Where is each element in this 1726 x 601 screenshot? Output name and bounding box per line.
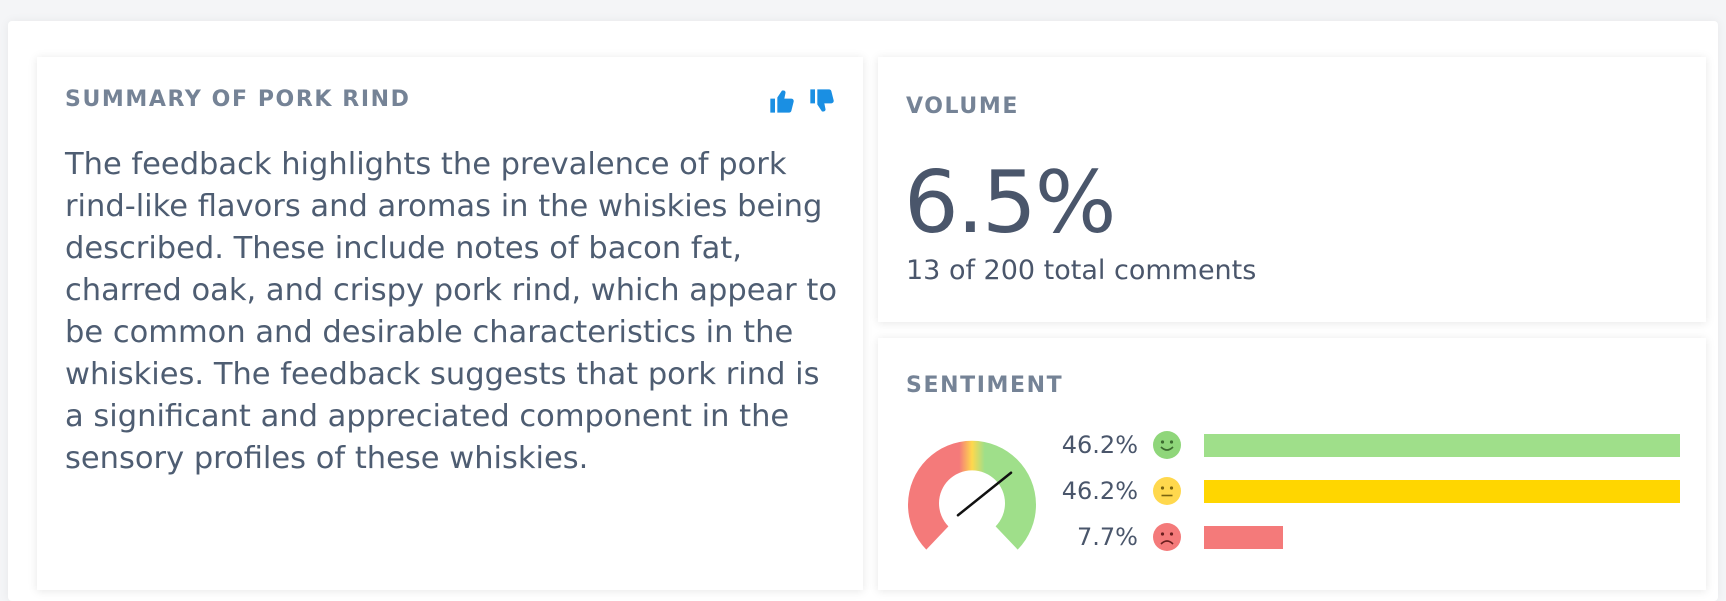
sentiment-title: SENTIMENT <box>906 373 1064 398</box>
positive-bar <box>1204 434 1680 457</box>
negative-bar <box>1204 526 1284 549</box>
positive-bar-track <box>1204 434 1680 457</box>
summary-card: SUMMARY OF PORK RIND The feedback highli… <box>37 57 863 590</box>
positive-percent: 46.2% <box>1061 431 1138 459</box>
volume-value: 6.5% <box>904 153 1116 253</box>
gauge-needle <box>956 471 1013 517</box>
neutral-bar-track <box>1204 480 1680 503</box>
neutral-percent: 46.2% <box>1061 477 1138 505</box>
smiley-face-icon <box>1153 431 1181 459</box>
volume-title: VOLUME <box>906 94 1019 119</box>
feedback-vote <box>768 87 836 115</box>
volume-card: VOLUME 6.5% 13 of 200 total comments <box>878 57 1706 322</box>
summary-title: SUMMARY OF PORK RIND <box>65 87 411 112</box>
thumbs-up-icon[interactable] <box>768 87 796 115</box>
neutral-bar <box>1204 480 1680 503</box>
thumbs-down-icon[interactable] <box>808 87 836 115</box>
sentiment-card: SENTIMENT 46.2% 46.2% 7.7% <box>878 338 1706 590</box>
dashboard-panel: SUMMARY OF PORK RIND The feedback highli… <box>8 21 1718 601</box>
volume-subtitle: 13 of 200 total comments <box>906 255 1257 286</box>
negative-bar-track <box>1204 526 1680 549</box>
gauge-arc <box>908 440 1036 550</box>
negative-percent: 7.7% <box>1077 523 1138 551</box>
summary-text: The feedback highlights the prevalence o… <box>65 147 838 476</box>
neutral-face-icon <box>1153 477 1181 505</box>
sentiment-gauge <box>908 440 1036 550</box>
sad-face-icon <box>1153 523 1181 551</box>
